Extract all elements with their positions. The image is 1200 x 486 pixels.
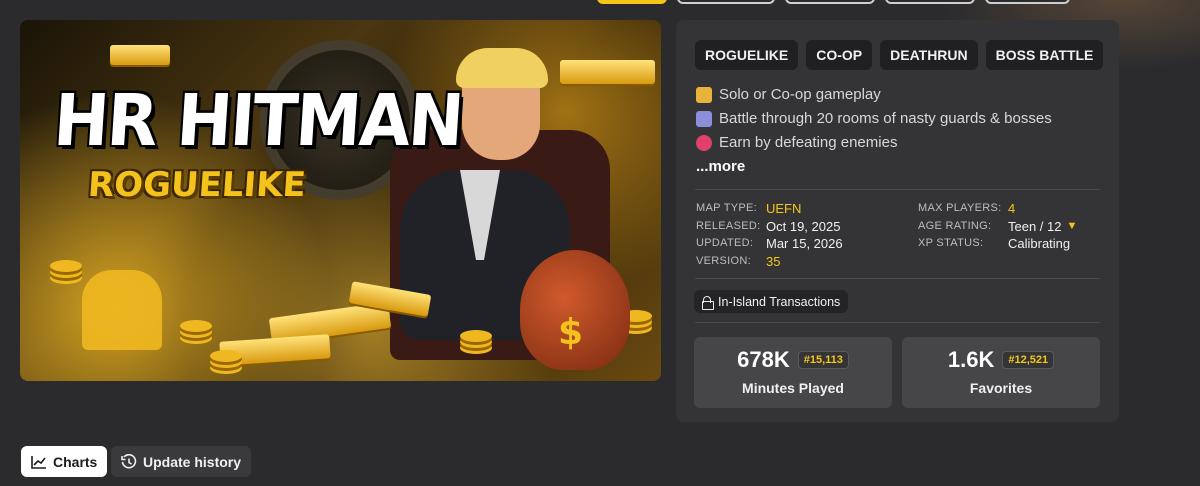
handshake-icon [696, 87, 712, 103]
max-players-value: 4 [1008, 201, 1016, 216]
divider [695, 322, 1100, 323]
coin-stack [180, 320, 212, 332]
top-button-primary[interactable] [597, 0, 667, 4]
map-type-value: UEFN [766, 201, 802, 216]
island-info-panel: ROGUELIKE CO-OP DEATHRUN BOSS BATTLE Sol… [676, 20, 1119, 422]
gold-bar [110, 45, 170, 65]
history-icon [121, 453, 137, 468]
tag-co-op[interactable]: CO-OP [806, 40, 873, 70]
island-meta-right: MAX PLAYERS: 4 AGE RATING: Teen / 12 ▼ XP S… [918, 201, 1078, 251]
tab-charts[interactable]: Charts [21, 446, 108, 477]
minutes-played-value: 678K [737, 347, 790, 372]
coin-stack [50, 260, 82, 272]
version-value: 35 [766, 253, 781, 269]
favorites-value: 1.6K [947, 347, 995, 372]
minutes-played-rank: #15,113 [797, 351, 849, 369]
released-value: Oct 19, 2025 [766, 218, 841, 234]
favorites-rank: #12,521 [1002, 351, 1055, 369]
robot-icon [696, 111, 712, 127]
chevron-down-icon: ▼ [1066, 219, 1078, 232]
tag-boss-battle[interactable]: BOSS BATTLE [985, 40, 1104, 70]
island-meta-left: MAP TYPE: UEFN RELEASED: Oct 19, 2025 UPDA… [696, 201, 843, 269]
description-line: Battle through 20 rooms of nasty guards … [696, 107, 1106, 131]
minutes-played-card: 678K #15,113 Minutes Played [694, 337, 892, 408]
top-button-1[interactable] [677, 0, 775, 4]
shopping-bag-icon [702, 295, 714, 310]
tag-list: ROGUELIKE CO-OP DEATHRUN BOSS BATTLE [695, 40, 1104, 70]
tab-update-history[interactable]: Update history [111, 446, 252, 477]
top-button-2[interactable] [785, 0, 875, 4]
favorites-label: Favorites [969, 380, 1033, 396]
favorites-card: 1.6K #12,521 Favorites [902, 337, 1100, 408]
tag-roguelike[interactable]: ROGUELIKE [695, 40, 799, 70]
island-thumbnail: $ HR HITMAN ROGUELIKE [20, 20, 661, 381]
thumbnail-subtitle: ROGUELIKE [86, 165, 308, 205]
coin-stack [460, 330, 492, 342]
divider [695, 278, 1100, 279]
coin-stack [210, 350, 242, 362]
gold-bar [560, 60, 655, 84]
dollar-sign-icon: $ [558, 312, 584, 353]
thumbnail-title: HR HITMAN [51, 78, 465, 163]
chart-line-icon [31, 455, 46, 469]
description-line: Earn by defeating enemies [696, 131, 1106, 155]
in-island-transactions-badge: In-Island Transactions [694, 290, 849, 313]
minutes-played-label: Minutes Played [742, 380, 844, 396]
xp-status-value: Calibrating [1008, 236, 1071, 251]
tag-deathrun[interactable]: DEATHRUN [880, 40, 978, 70]
more-link[interactable]: ...more [696, 155, 745, 179]
top-button-4[interactable] [985, 0, 1070, 4]
sparkle-icon [696, 135, 712, 151]
age-rating-dropdown[interactable]: AGE RATING: Teen / 12 ▼ [918, 218, 1077, 236]
gold-llama [82, 270, 162, 350]
divider [695, 189, 1100, 190]
age-rating-value: Teen / 12 [1008, 218, 1062, 234]
updated-value: Mar 15, 2026 [766, 236, 843, 251]
top-strip [0, 0, 1200, 70]
description-line: Solo or Co-op gameplay [696, 83, 1106, 107]
island-description: Solo or Co-op gameplay Battle through 20… [696, 83, 1106, 179]
top-button-3[interactable] [885, 0, 975, 4]
